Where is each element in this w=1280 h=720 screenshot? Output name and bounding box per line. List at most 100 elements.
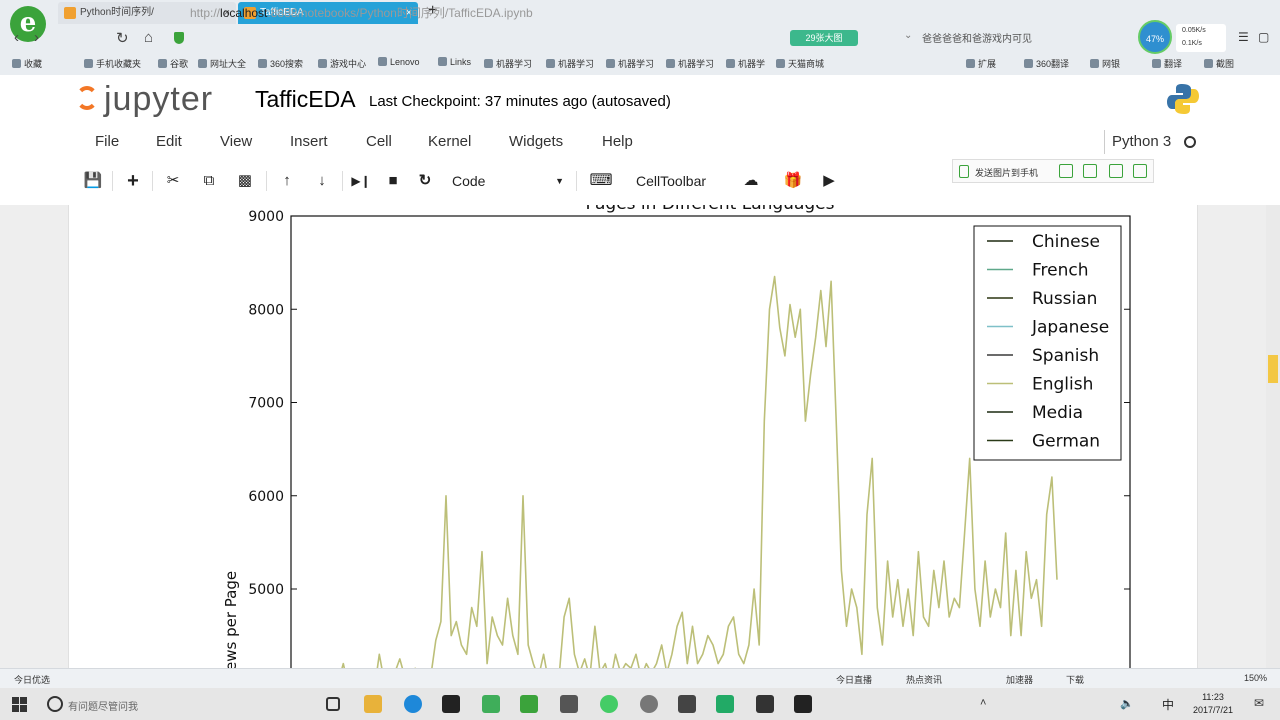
volume-icon[interactable]: 🔈: [1120, 697, 1134, 710]
menu-edit[interactable]: Edit: [156, 133, 182, 150]
app-icon[interactable]: [716, 695, 734, 713]
bookmark-item[interactable]: Lenovo: [378, 57, 420, 67]
stop-icon[interactable]: ■: [378, 167, 408, 195]
wechat-icon[interactable]: [482, 695, 500, 713]
url-scheme: http://: [190, 6, 221, 20]
expand-icon[interactable]: [1059, 164, 1073, 178]
taskbar-search[interactable]: 有问题尽管问我: [68, 698, 138, 713]
app-icon[interactable]: [600, 695, 618, 713]
bookmark-item[interactable]: 手机收藏夹: [84, 57, 141, 70]
bookmarks-bar: 收藏 手机收藏夹 谷歌 网址大全 360搜索 游戏中心 Lenovo Links…: [0, 52, 1280, 74]
bookmark-item[interactable]: 网址大全: [198, 57, 246, 70]
system-clock[interactable]: 11:23 2017/7/21: [1192, 691, 1234, 717]
youtube-icon[interactable]: ▶: [814, 167, 844, 195]
menu-widgets[interactable]: Widgets: [509, 133, 563, 150]
move-down-icon[interactable]: ↓: [307, 167, 337, 195]
caret-down-icon: ▼: [555, 176, 564, 186]
download-speed: 0.1K/s: [1182, 40, 1202, 47]
promo-badge[interactable]: 29张大图: [790, 30, 858, 46]
menu-insert[interactable]: Insert: [290, 133, 328, 150]
notebook-title[interactable]: TafficEDA: [255, 86, 356, 113]
send-image-extension[interactable]: 发送图片到手机: [952, 159, 1154, 183]
app-icon[interactable]: [520, 695, 538, 713]
tray-chevron-icon[interactable]: ˄: [980, 697, 986, 709]
share-icon[interactable]: [1109, 164, 1123, 178]
status-item[interactable]: 热点资讯: [906, 673, 942, 686]
app-icon[interactable]: [678, 695, 696, 713]
zoom-level[interactable]: 150%: [1244, 673, 1267, 683]
bookmark-item[interactable]: 360搜索: [258, 57, 303, 70]
menu-view[interactable]: View: [220, 133, 252, 150]
file-explorer-icon[interactable]: [364, 695, 382, 713]
notifications-icon[interactable]: ✉: [1254, 696, 1264, 710]
cut-icon[interactable]: ✂: [158, 167, 188, 195]
gift-icon[interactable]: 🎁: [778, 167, 808, 195]
ie-browser-icon[interactable]: [404, 695, 422, 713]
window-menu-icon[interactable]: ☰: [1238, 30, 1249, 44]
forward-icon[interactable]: ›: [34, 29, 39, 46]
home-icon[interactable]: ⌂: [144, 29, 153, 46]
menu-help[interactable]: Help: [602, 133, 633, 150]
input-method[interactable]: 中: [1162, 696, 1174, 713]
bookmark-item[interactable]: 扩展: [966, 57, 996, 70]
status-item[interactable]: 下载: [1066, 673, 1084, 686]
bookmark-item[interactable]: 机器学习: [546, 57, 594, 70]
checkpoint-status: Last Checkpoint: 37 minutes ago (autosav…: [369, 93, 671, 110]
cortana-icon[interactable]: [47, 696, 63, 712]
bookmark-item[interactable]: 收藏: [12, 57, 42, 70]
app-icon[interactable]: [560, 695, 578, 713]
back-icon[interactable]: ‹: [14, 29, 19, 46]
task-view-icon[interactable]: [326, 697, 340, 711]
status-item[interactable]: 今日直播: [836, 673, 872, 686]
bookmark-item[interactable]: 谷歌: [158, 57, 188, 70]
toolbar-divider: [112, 171, 113, 191]
bookmark-item[interactable]: 翻译: [1152, 57, 1182, 70]
jupyter-logo-icon: [76, 86, 98, 110]
reload-icon[interactable]: ↻: [116, 29, 129, 47]
cloud-upload-icon[interactable]: ☁: [736, 167, 766, 195]
save-icon[interactable]: 💾: [78, 167, 108, 195]
menu-cell[interactable]: Cell: [366, 133, 392, 150]
window-restore-icon[interactable]: ▢: [1258, 30, 1269, 44]
app-icon[interactable]: [794, 695, 812, 713]
document-icon[interactable]: [1083, 164, 1097, 178]
bookmark-item[interactable]: 天猫商城: [776, 57, 824, 70]
bookmark-item[interactable]: 机器学习: [484, 57, 532, 70]
bookmark-item[interactable]: Links: [438, 57, 471, 67]
cell-type-select[interactable]: Code ▼: [446, 167, 568, 195]
celltoolbar-button[interactable]: CellToolbar: [636, 167, 706, 195]
terminal-icon[interactable]: [756, 695, 774, 713]
menu-file[interactable]: File: [95, 133, 119, 150]
bookmark-item[interactable]: 360翻译: [1024, 57, 1069, 70]
insert-cell-icon[interactable]: +: [118, 167, 148, 195]
notebook-area: [0, 205, 1280, 668]
status-item[interactable]: 加速器: [1006, 673, 1033, 686]
dropdown-chevron-icon[interactable]: ⌄: [904, 30, 912, 41]
network-speed-badge[interactable]: 47%: [1138, 20, 1172, 54]
search-suggestion[interactable]: 爸爸爸爸和爸游戏内可见: [922, 30, 1032, 45]
bookmark-item[interactable]: 机器学: [726, 57, 765, 70]
bookmark-item[interactable]: 网银: [1090, 57, 1120, 70]
bookmark-item[interactable]: 机器学习: [606, 57, 654, 70]
windows-start-icon[interactable]: [12, 697, 27, 712]
store-icon[interactable]: [442, 695, 460, 713]
status-left-label[interactable]: 今日优选: [14, 673, 50, 686]
address-bar[interactable]: http://localhost:8888/notebooks/Python时间…: [170, 2, 780, 24]
python-logo-icon: [1167, 84, 1199, 114]
bookmark-item[interactable]: 截图: [1204, 57, 1234, 70]
bookmark-item[interactable]: 游戏中心: [318, 57, 366, 70]
scrollbar-thumb[interactable]: [1268, 355, 1278, 383]
bookmark-item[interactable]: 机器学习: [666, 57, 714, 70]
menu-kernel[interactable]: Kernel: [428, 133, 471, 150]
run-cell-icon[interactable]: ▶❙: [346, 167, 376, 195]
settings-gear-icon[interactable]: [1133, 164, 1147, 178]
restart-icon[interactable]: ↻: [410, 167, 440, 195]
move-up-icon[interactable]: ↑: [272, 167, 302, 195]
scrollbar-track[interactable]: [1266, 205, 1280, 668]
app-icon[interactable]: [640, 695, 658, 713]
copy-icon[interactable]: ⧉: [194, 167, 224, 195]
phone-icon: [959, 165, 969, 178]
paste-icon[interactable]: ▩: [230, 167, 260, 195]
jupyter-logo-text[interactable]: jupyter: [104, 80, 213, 119]
keyboard-icon[interactable]: ⌨: [586, 167, 616, 195]
